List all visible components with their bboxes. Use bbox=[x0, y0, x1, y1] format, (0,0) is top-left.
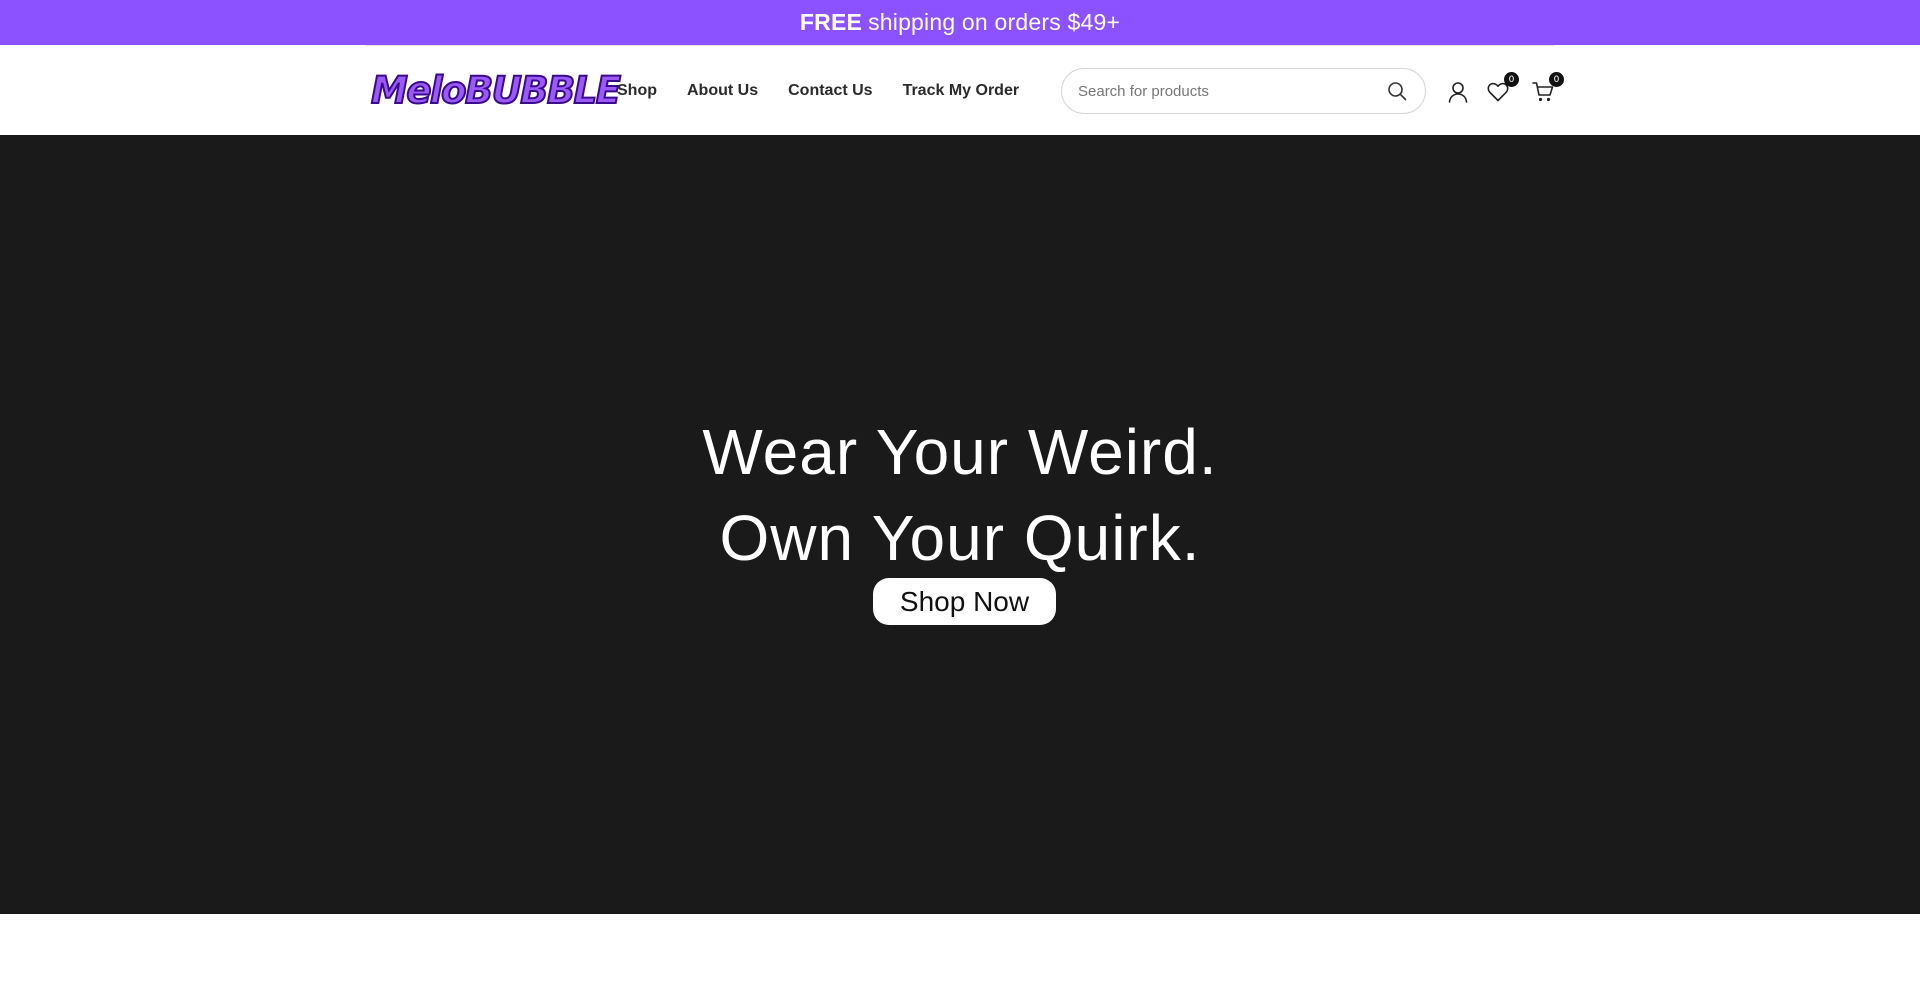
heart-icon[interactable]: 0 bbox=[1485, 72, 1519, 105]
search-icon[interactable] bbox=[1385, 79, 1409, 103]
nav-item-contact-us[interactable]: Contact Us bbox=[788, 82, 872, 100]
nav-item-about-us[interactable]: About Us bbox=[687, 82, 758, 100]
announcement-strong-text: FREE bbox=[799, 9, 863, 35]
user-icon[interactable] bbox=[1445, 79, 1471, 105]
nav-item-track-my-order[interactable]: Track My Order bbox=[903, 82, 1020, 100]
site-header: MeloBUBBLE Shop About Us Contact Us Trac… bbox=[0, 45, 1920, 135]
hero-banner: Wear Your Weird. Own Your Quirk. Shop No… bbox=[0, 135, 1920, 914]
announcement-bar: FREE shipping on orders $49+ bbox=[0, 0, 1920, 45]
logo-text: MeloBUBBLE bbox=[370, 68, 622, 112]
search-input[interactable] bbox=[1078, 82, 1385, 100]
cart-count-badge: 0 bbox=[1549, 72, 1564, 87]
page-content-area bbox=[0, 914, 1920, 993]
shop-now-button[interactable]: Shop Now bbox=[873, 578, 1056, 625]
cart-icon[interactable]: 0 bbox=[1530, 72, 1564, 105]
header-container: MeloBUBBLE Shop About Us Contact Us Trac… bbox=[365, 45, 1564, 136]
nav-item-shop[interactable]: Shop bbox=[617, 82, 657, 100]
hero-headline-2: Own Your Quirk. bbox=[719, 502, 1201, 574]
main-nav: Shop About Us Contact Us Track My Order bbox=[617, 46, 1019, 136]
wishlist-count-badge: 0 bbox=[1504, 72, 1519, 87]
announcement-text: shipping on orders $49+ bbox=[868, 9, 1121, 35]
site-logo[interactable]: MeloBUBBLE bbox=[370, 68, 622, 112]
search-bar bbox=[1061, 68, 1426, 114]
hero-headline-1: Wear Your Weird. bbox=[702, 416, 1218, 488]
